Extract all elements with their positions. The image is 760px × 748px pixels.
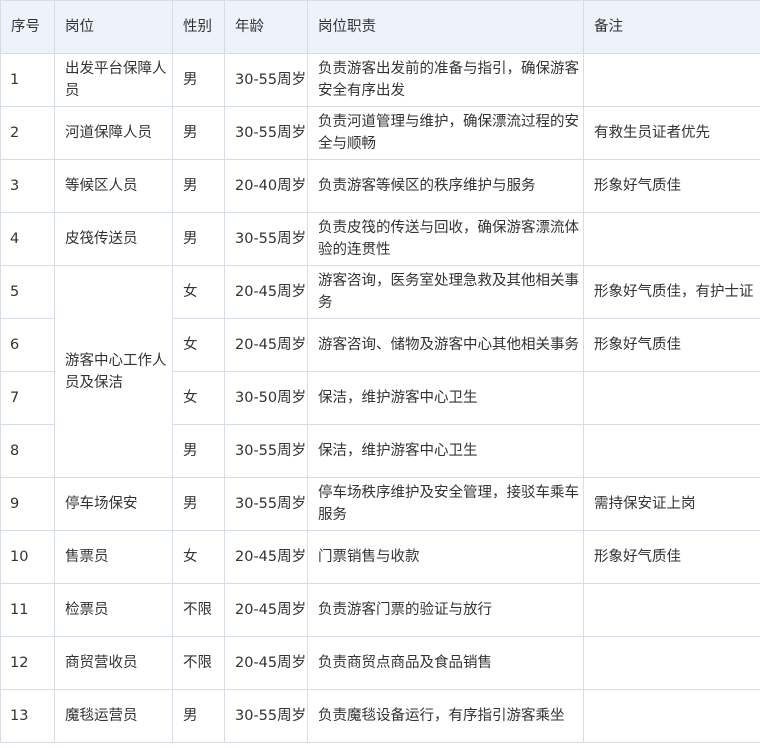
cell-note: 形象好气质佳 <box>583 159 760 213</box>
table-row: 13 魔毯运营员男 30-55周岁 负责魔毯设备运行，有序指引游客乘坐 <box>0 689 760 743</box>
cell-seq: 11 <box>0 583 55 637</box>
cell-seq: 6 <box>0 318 55 372</box>
cell-gender: 男 <box>172 477 225 531</box>
cell-seq: 2 <box>0 106 55 160</box>
table-row: 10 售票员女 20-45周岁 门票销售与收款 形象好气质佳 <box>0 530 760 584</box>
cell-age: 30-55周岁 <box>224 689 308 743</box>
cell-seq: 8 <box>0 424 55 478</box>
cell-duty: 门票销售与收款 <box>307 530 584 584</box>
cell-gender: 女 <box>172 265 225 319</box>
cell-age: 20-45周岁 <box>224 318 308 372</box>
cell-note <box>583 636 760 690</box>
cell-duty: 停车场秩序维护及安全管理，接驳车乘车服务 <box>307 477 584 531</box>
cell-gender: 男 <box>172 106 225 160</box>
cell-post: 检票员 <box>54 583 173 637</box>
table-row: 9 停车场保安男 30-55周岁 停车场秩序维护及安全管理，接驳车乘车服务 需持保安证上… <box>0 477 760 531</box>
cell-age: 30-50周岁 <box>224 371 308 425</box>
cell-post: 河道保障人员 <box>54 106 173 160</box>
cell-note <box>583 583 760 637</box>
cell-duty: 负责游客门票的验证与放行 <box>307 583 584 637</box>
cell-seq: 5 <box>0 265 55 319</box>
cell-duty: 负责河道管理与维护，确保漂流过程的安全与顺畅 <box>307 106 584 160</box>
header-note: 备注 <box>583 0 760 54</box>
header-age: 年龄 <box>224 0 308 54</box>
cell-duty: 负责商贸点商品及食品销售 <box>307 636 584 690</box>
cell-note: 需持保安证上岗 <box>583 477 760 531</box>
cell-post: 游客中心工作人员及保洁 <box>54 265 173 478</box>
cell-gender: 男 <box>172 424 225 478</box>
cell-seq: 4 <box>0 212 55 266</box>
cell-post: 皮筏传送员 <box>54 212 173 266</box>
job-table: 序号 岗位 性别 年龄 岗位职责 备注 1 出发平台保障人员男 30-55周岁 负责游… <box>0 0 760 743</box>
cell-post: 售票员 <box>54 530 173 584</box>
cell-duty: 负责游客等候区的秩序维护与服务 <box>307 159 584 213</box>
cell-gender: 不限 <box>172 583 225 637</box>
cell-duty: 负责皮筏的传送与回收，确保游客漂流体验的连贯性 <box>307 212 584 266</box>
table-row: 5 游客中心工作人员及保洁女 20-45周岁 游客咨询，医务室处理急救及其他相关事务形… <box>0 265 760 478</box>
cell-duty: 负责魔毯设备运行，有序指引游客乘坐 <box>307 689 584 743</box>
cell-note: 形象好气质佳，有护士证 <box>583 265 760 319</box>
cell-duty: 保洁，维护游客中心卫生 <box>307 424 584 478</box>
cell-seq: 13 <box>0 689 55 743</box>
cell-post: 停车场保安 <box>54 477 173 531</box>
cell-note: 形象好气质佳 <box>583 318 760 372</box>
cell-seq: 1 <box>0 53 55 107</box>
cell-note: 形象好气质佳 <box>583 530 760 584</box>
cell-gender: 男 <box>172 689 225 743</box>
cell-age: 20-40周岁 <box>224 159 308 213</box>
cell-age: 20-45周岁 <box>224 583 308 637</box>
cell-note <box>583 53 760 107</box>
header-duty: 岗位职责 <box>307 0 584 54</box>
cell-duty: 负责游客出发前的准备与指引，确保游客安全有序出发 <box>307 53 584 107</box>
header-row: 序号 岗位 性别 年龄 岗位职责 备注 <box>0 0 760 54</box>
table-row: 1 出发平台保障人员男 30-55周岁 负责游客出发前的准备与指引，确保游客安全有序出… <box>0 53 760 107</box>
cell-age: 30-55周岁 <box>224 477 308 531</box>
table-row: 4 皮筏传送员男 30-55周岁 负责皮筏的传送与回收，确保游客漂流体验的连贯性 <box>0 212 760 266</box>
cell-seq: 10 <box>0 530 55 584</box>
cell-note <box>583 371 760 425</box>
header-post: 岗位 <box>54 0 173 54</box>
table-row: 12 商贸营收员 不限 20-45周岁 负责商贸点商品及食品销售 <box>0 636 760 690</box>
cell-age: 30-55周岁 <box>224 424 308 478</box>
cell-post: 魔毯运营员 <box>54 689 173 743</box>
cell-gender: 女 <box>172 371 225 425</box>
cell-note <box>583 689 760 743</box>
cell-age: 30-55周岁 <box>224 212 308 266</box>
cell-post: 商贸营收员 <box>54 636 173 690</box>
cell-seq: 9 <box>0 477 55 531</box>
cell-duty: 保洁，维护游客中心卫生 <box>307 371 584 425</box>
cell-seq: 3 <box>0 159 55 213</box>
cell-note <box>583 424 760 478</box>
cell-post: 出发平台保障人员 <box>54 53 173 107</box>
header-gender: 性别 <box>172 0 225 54</box>
cell-note <box>583 212 760 266</box>
table-row: 2 河道保障人员男 30-55周岁 负责河道管理与维护，确保漂流过程的安全与顺畅 有救生… <box>0 106 760 160</box>
cell-gender: 女 <box>172 530 225 584</box>
cell-note: 有救生员证者优先 <box>583 106 760 160</box>
table-row: 11 检票员 不限 20-45周岁 负责游客门票的验证与放行 <box>0 583 760 637</box>
cell-post: 等候区人员 <box>54 159 173 213</box>
cell-duty: 游客咨询，医务室处理急救及其他相关事务 <box>307 265 584 319</box>
cell-gender: 男 <box>172 159 225 213</box>
cell-age: 20-45周岁 <box>224 530 308 584</box>
cell-gender: 男 <box>172 212 225 266</box>
cell-seq: 7 <box>0 371 55 425</box>
header-seq: 序号 <box>0 0 55 54</box>
cell-gender: 男 <box>172 53 225 107</box>
table-row: 3 等候区人员男 20-40周岁 负责游客等候区的秩序维护与服务 形象好气质佳 <box>0 159 760 213</box>
cell-gender: 女 <box>172 318 225 372</box>
cell-seq: 12 <box>0 636 55 690</box>
cell-duty: 游客咨询、储物及游客中心其他相关事务 <box>307 318 584 372</box>
cell-age: 20-45周岁 <box>224 265 308 319</box>
cell-age: 20-45周岁 <box>224 636 308 690</box>
cell-age: 30-55周岁 <box>224 53 308 107</box>
cell-age: 30-55周岁 <box>224 106 308 160</box>
cell-gender: 不限 <box>172 636 225 690</box>
